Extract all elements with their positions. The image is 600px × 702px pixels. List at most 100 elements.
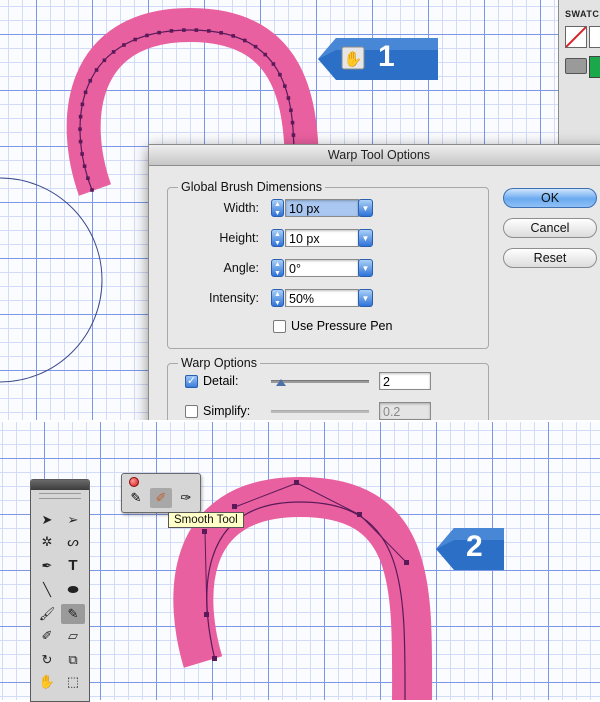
- circle-shape: [0, 177, 103, 383]
- height-label: Height:: [219, 231, 259, 245]
- anchor-point: [88, 78, 93, 83]
- anchor-point: [145, 33, 149, 38]
- warp-tool-options-dialog: Warp Tool Options Global Brush Dimension…: [148, 144, 600, 420]
- pencil-icon[interactable]: ✎: [61, 604, 85, 624]
- anchor-point: [219, 31, 223, 35]
- dialog-title: Warp Tool Options: [149, 145, 600, 166]
- none-swatch[interactable]: [565, 26, 587, 48]
- step-number-2: 2: [466, 530, 483, 563]
- simplify-checkbox[interactable]: [185, 405, 198, 418]
- anchor-point: [243, 38, 247, 43]
- step-number-1: 1: [378, 40, 395, 73]
- pen-icon[interactable]: ✒: [35, 556, 59, 576]
- anchor-point: [78, 139, 83, 144]
- direct-selection-icon[interactable]: ➢: [61, 510, 85, 530]
- global-brush-legend: Global Brush Dimensions: [178, 180, 326, 194]
- swatch-folder-icon[interactable]: [565, 58, 587, 74]
- width-field[interactable]: 10 px: [285, 199, 359, 217]
- green-swatch[interactable]: [589, 56, 600, 78]
- pencil-tools-flyout: ✎ ✐ ✑: [121, 473, 201, 513]
- free-transform-icon[interactable]: ⬚: [61, 672, 85, 692]
- anchor-point: [283, 84, 287, 88]
- reset-button[interactable]: Reset: [503, 248, 597, 268]
- ok-button[interactable]: OK: [503, 188, 597, 208]
- anchor-point: [207, 29, 211, 33]
- anchor-point: [122, 43, 126, 47]
- height-stepper[interactable]: ▲ ▼: [271, 229, 284, 247]
- eraser-icon[interactable]: ▱: [61, 626, 85, 646]
- canvas-step-1: ✋ 1 SWATCHES Warp Tool Options Global Br…: [0, 0, 600, 420]
- detail-label: Detail:: [203, 374, 239, 388]
- anchor-point: [289, 108, 293, 113]
- angle-label: Angle:: [223, 261, 259, 275]
- line-icon[interactable]: ╲: [35, 580, 59, 600]
- tools-panel-grip[interactable]: [39, 493, 81, 499]
- cancel-button[interactable]: Cancel: [503, 218, 597, 238]
- anchor-point: [271, 62, 276, 66]
- anchor-point: [182, 28, 186, 32]
- intensity-field[interactable]: 50%: [285, 289, 359, 307]
- intensity-label: Intensity:: [208, 291, 259, 305]
- anchor-point: [90, 188, 94, 192]
- anchor-point: [133, 37, 137, 42]
- angle-stepper[interactable]: ▲ ▼: [271, 259, 284, 277]
- path-eraser-icon[interactable]: ✑: [175, 488, 197, 508]
- blob-brush-icon[interactable]: ✐: [35, 626, 59, 646]
- ellipse-icon[interactable]: ⬬: [61, 580, 85, 600]
- height-dropdown[interactable]: ▼: [358, 229, 373, 247]
- close-icon[interactable]: [129, 477, 139, 487]
- tools-panel: ➤ ➢ ✲ ᔕ ✒ T ╲ ⬬ 🖌 ✎ ✐ ▱ ↻ ⧉ ✋ ⬚: [30, 479, 90, 702]
- scale-icon[interactable]: ⧉: [61, 650, 85, 670]
- tools-panel-header[interactable]: [31, 480, 89, 490]
- anchor-point: [157, 30, 161, 35]
- angle-field[interactable]: 0°: [285, 259, 359, 277]
- smooth-tool-icon[interactable]: ✐: [150, 488, 172, 508]
- magic-wand-icon[interactable]: ✲: [35, 532, 59, 552]
- anchor-point: [253, 44, 258, 49]
- anchor-point: [78, 114, 83, 119]
- anchor-point: [194, 28, 199, 32]
- anchor-point: [94, 68, 99, 72]
- width-stepper[interactable]: ▲ ▼: [271, 199, 284, 217]
- swatches-title: SWATCHES: [565, 9, 600, 19]
- detail-checkbox[interactable]: ✓: [185, 375, 198, 388]
- pencil-icon[interactable]: ✎: [125, 488, 147, 508]
- anchor-point: [111, 50, 116, 54]
- angle-dropdown[interactable]: ▼: [358, 259, 373, 277]
- rotate-icon[interactable]: ↻: [35, 650, 59, 670]
- registration-swatch[interactable]: [589, 26, 600, 48]
- anchor-point: [102, 58, 107, 63]
- anchor-point: [169, 29, 174, 33]
- anchor-point: [78, 127, 82, 131]
- anchor-point: [278, 72, 282, 77]
- lasso-icon[interactable]: ᔕ: [61, 532, 85, 552]
- anchor-point: [80, 102, 85, 107]
- height-field[interactable]: 10 px: [285, 229, 359, 247]
- artwork-step-2: [173, 476, 433, 700]
- use-pressure-pen-checkbox[interactable]: [273, 320, 286, 333]
- width-label: Width:: [223, 201, 259, 215]
- anchor-point: [291, 133, 296, 137]
- paintbrush-icon[interactable]: 🖌: [35, 604, 59, 624]
- anchor-point: [263, 52, 268, 57]
- simplify-slider[interactable]: [271, 410, 369, 413]
- warp-options-legend: Warp Options: [178, 356, 260, 370]
- anchor-point: [86, 176, 90, 181]
- type-icon[interactable]: T: [61, 556, 85, 576]
- warp-tool-icon: ✋: [344, 50, 363, 68]
- width-dropdown[interactable]: ▼: [358, 199, 373, 217]
- detail-slider-thumb[interactable]: [275, 379, 286, 386]
- anchor-point: [80, 152, 84, 156]
- simplify-label: Simplify:: [203, 404, 251, 418]
- anchor-point: [83, 90, 88, 95]
- intensity-dropdown[interactable]: ▼: [358, 289, 373, 307]
- anchor-point: [82, 164, 87, 168]
- anchor-point: [290, 120, 295, 125]
- detail-field[interactable]: 2: [379, 372, 431, 390]
- simplify-field[interactable]: 0.2: [379, 402, 431, 420]
- intensity-stepper[interactable]: ▲ ▼: [271, 289, 284, 307]
- anchor-point: [286, 96, 291, 100]
- warp-icon[interactable]: ✋: [35, 672, 59, 692]
- selection-arrow-icon[interactable]: ➤: [35, 510, 59, 530]
- swatches-panel: SWATCHES: [558, 0, 600, 150]
